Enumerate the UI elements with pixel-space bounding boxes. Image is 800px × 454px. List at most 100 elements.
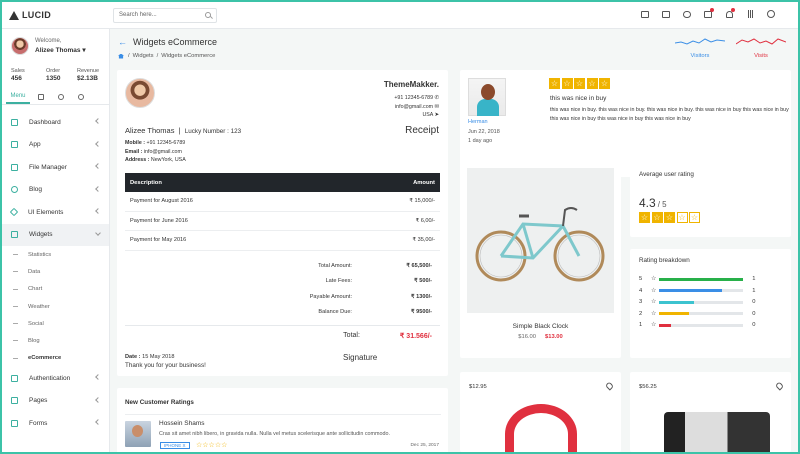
product-title[interactable]: Simple Black Clock	[460, 323, 621, 330]
star-icon: ☆	[651, 287, 657, 294]
product-card-headphones[interactable]: $12.95	[460, 372, 621, 452]
heart-icon[interactable]	[604, 381, 615, 391]
receipt-totals: Total Amount: ₹ 65,500/- Late Fees: ₹ 500/…	[309, 262, 432, 316]
breadcrumb-current: Widgets eCommerce	[161, 53, 216, 59]
reviewer-photo	[468, 78, 506, 116]
product-image[interactable]	[467, 168, 614, 313]
stat-revenue: Revenue $2.13B	[77, 68, 100, 82]
tab-settings[interactable]	[52, 90, 70, 104]
sidebar-item-forms[interactable]: Forms	[2, 412, 109, 435]
page-title: Widgets eCommerce	[133, 37, 218, 47]
star-icon: ☆	[574, 78, 585, 89]
sidebar-item-ui-elements[interactable]: UI Elements	[2, 201, 109, 224]
welcome-text: Welcome,	[35, 38, 62, 44]
chevron-down-icon	[95, 229, 101, 236]
phone-icon: ✆	[434, 95, 439, 101]
grid-icon	[11, 141, 18, 149]
sidebar-nav: Dashboard App File Manager Blog UI Eleme…	[2, 105, 109, 435]
review-date: Dec 25, 2017	[410, 443, 439, 448]
sub-item-social[interactable]: Social	[2, 315, 109, 332]
sidebar-item-pages[interactable]: Pages	[2, 390, 109, 413]
table-row: Payment for May 2016 ₹ 35,00/-	[125, 231, 440, 251]
main-content: ← Widgets eCommerce / Widgets / Widgets e…	[110, 29, 798, 452]
star-icon: ☆	[651, 322, 657, 328]
stat-order: Order 1350	[46, 68, 61, 82]
star-icon: ☆	[651, 276, 657, 282]
sub-item-chart[interactable]: Chart	[2, 281, 109, 298]
back-arrow-icon[interactable]: ←	[118, 37, 127, 47]
user-menu[interactable]: Alizee Thomas ▾	[35, 46, 86, 55]
folder-icon[interactable]	[640, 9, 650, 19]
camera-lens-image[interactable]	[664, 412, 770, 452]
stats: Sales 456 Order 1350 Revenue $2.13B	[2, 55, 109, 82]
review-title: this was nice in buy	[550, 95, 607, 102]
logo[interactable]: LUCID	[2, 10, 110, 20]
sidebar-item-widgets[interactable]: Widgets	[2, 223, 109, 246]
mail-icon: ✉	[434, 103, 439, 110]
tab-grid[interactable]	[32, 90, 50, 104]
user-box: Welcome, Alizee Thomas ▾	[2, 29, 109, 55]
sidebar-item-file-manager[interactable]: File Manager	[2, 156, 109, 179]
sidebar-item-app[interactable]: App	[2, 134, 109, 157]
search-input[interactable]: Search here...	[113, 7, 217, 23]
rating-row-2: 2 ☆ 0	[639, 310, 756, 317]
breadcrumb-widgets[interactable]: Widgets	[133, 53, 154, 59]
sidebar-item-blog[interactable]: Blog	[2, 179, 109, 202]
product-price: $56.25	[639, 384, 657, 390]
rating-breakdown-card: Rating breakdown 5 ☆ 1 4 ☆ 1 3 ☆ 0 2 ☆ 0 1 ☆ 0	[630, 249, 791, 358]
logo-icon	[9, 10, 19, 20]
product-card-camera[interactable]: $56.25	[630, 372, 791, 452]
rating-stars: ☆☆☆☆☆	[549, 78, 610, 89]
calendar-icon[interactable]	[661, 9, 671, 19]
rating-row-5: 5 ☆ 1	[639, 276, 756, 282]
average-rating-card: Average user rating 4.3/ 5 ☆ ☆ ☆ ☆ ☆	[630, 160, 791, 237]
chevron-icon	[95, 419, 101, 425]
chat-icon[interactable]	[682, 9, 692, 19]
mail-icon[interactable]	[703, 8, 714, 19]
sub-item-ecommerce[interactable]: eCommerce	[2, 350, 109, 367]
product-price: $12.95	[469, 384, 487, 390]
heart-icon[interactable]	[774, 381, 785, 391]
bicycle-icon	[475, 206, 604, 281]
rating-bar	[659, 300, 744, 304]
stat-sales: Sales 456	[11, 68, 25, 82]
page-icon	[11, 397, 18, 405]
sub-item-statistics[interactable]: Statistics	[2, 246, 109, 263]
rating-row-4: 4 ☆ 1	[639, 287, 756, 294]
home-icon[interactable]	[118, 53, 124, 59]
headphones-image[interactable]	[505, 404, 577, 452]
receipt-card: ThemeMakker. +91 12345-6789 ✆ info@gmail…	[117, 70, 448, 376]
sub-item-data[interactable]: Data	[2, 263, 109, 280]
sub-item-blog[interactable]: Blog	[2, 332, 109, 349]
sidebar: Welcome, Alizee Thomas ▾ Sales 456 Order 1…	[2, 29, 110, 452]
rating-row-1: 1 ☆ 0	[639, 322, 756, 328]
breadcrumb: / Widgets / Widgets eCommerce	[118, 53, 217, 59]
sidebar-item-dashboard[interactable]: Dashboard	[2, 111, 109, 134]
customer-avatar	[125, 78, 155, 108]
reviewer-name[interactable]: Herman	[468, 119, 488, 125]
search-icon[interactable]	[205, 12, 211, 18]
lock-icon	[11, 374, 18, 382]
tab-menu[interactable]: Menu	[6, 90, 30, 104]
rating-bar	[659, 323, 744, 327]
average-rating-title: Average user rating	[639, 171, 694, 178]
star-icon: ☆	[664, 212, 675, 223]
top-bar: LUCID Search here...	[2, 2, 798, 29]
rating-breakdown-title: Rating breakdown	[639, 257, 690, 264]
power-icon[interactable]	[766, 9, 776, 19]
pencil-icon	[11, 419, 18, 427]
sub-item-weather[interactable]: Weather	[2, 298, 109, 315]
review-date: Jun 22, 2018 1 day ago	[468, 129, 500, 144]
tag-icon	[11, 231, 18, 239]
signature: Signature	[343, 353, 378, 362]
average-rating-value: 4.3/ 5	[639, 196, 667, 210]
avatar[interactable]	[11, 37, 29, 55]
product-card[interactable]: Simple Black Clock $16.00 $13.00	[460, 160, 621, 358]
rating-row-3: 3 ☆ 0	[639, 299, 756, 305]
bell-icon[interactable]	[724, 8, 735, 19]
tab-help[interactable]	[72, 90, 90, 104]
sidebar-item-authentication[interactable]: Authentication	[2, 367, 109, 390]
sliders-icon[interactable]	[745, 9, 755, 19]
visitors-line	[674, 38, 726, 45]
ratings-title: New Customer Ratings	[125, 399, 194, 406]
